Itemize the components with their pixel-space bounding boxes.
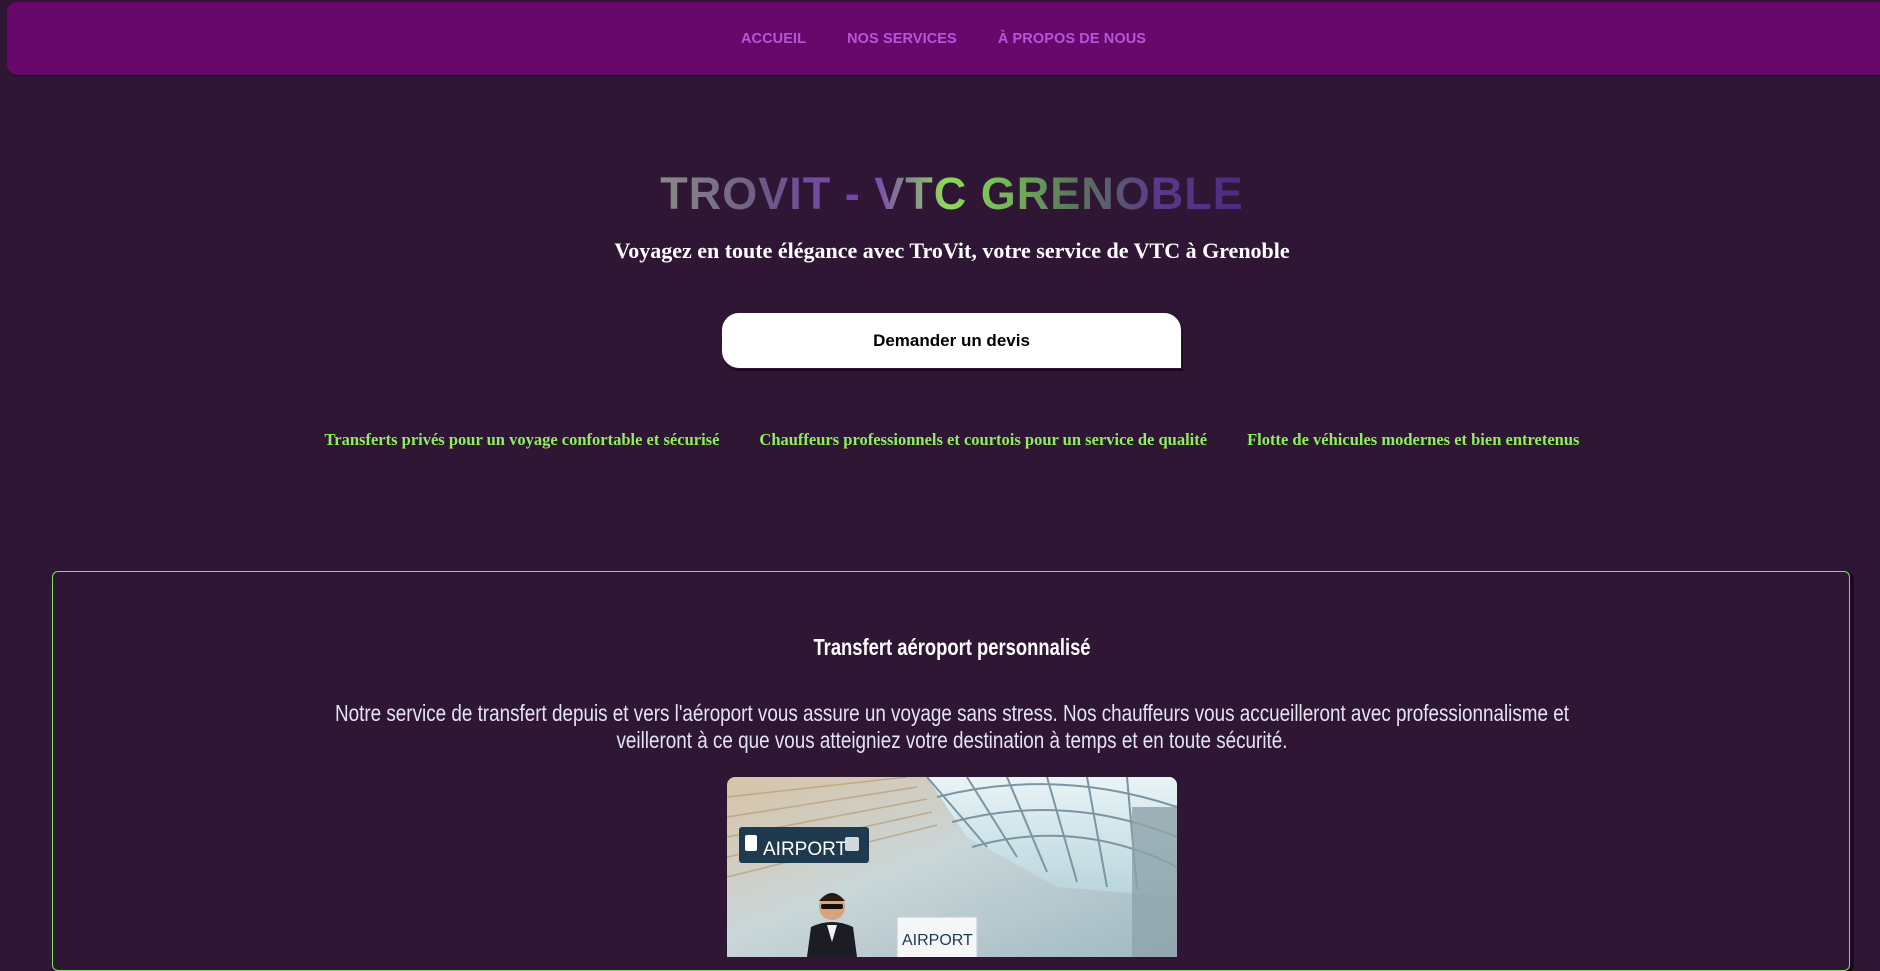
hero-subtitle: Voyagez en toute élégance avec TroVit, v… bbox=[614, 238, 1290, 263]
airport-board-text: AIRPORT bbox=[902, 932, 973, 949]
hero-title-wrapper: TROVIT - VTC GRENOBLE bbox=[0, 168, 1880, 220]
airport-illustration: AIRPORT AIRPORT bbox=[727, 777, 1177, 957]
features-list: Transferts privés pour un voyage confort… bbox=[0, 430, 1880, 450]
feature-item: Transferts privés pour un voyage confort… bbox=[324, 430, 720, 449]
nav-link-accueil[interactable]: ACCUEIL bbox=[741, 31, 806, 47]
airport-transfer-image: AIRPORT AIRPORT bbox=[727, 777, 1177, 957]
service-title: Transfert aéroport personnalisé bbox=[813, 634, 1091, 660]
request-quote-button[interactable]: Demander un devis bbox=[721, 312, 1182, 369]
nav-link-a-propos[interactable]: À PROPOS DE NOUS bbox=[998, 31, 1146, 47]
feature-item: Chauffeurs professionnels et courtois po… bbox=[759, 430, 1208, 449]
airport-sign-text: AIRPORT bbox=[763, 839, 848, 860]
top-navbar: ACCUEIL NOS SERVICES À PROPOS DE NOUS bbox=[7, 2, 1880, 75]
service-description-text: Notre service de transfert depuis et ver… bbox=[335, 700, 1569, 753]
nav-link-nos-services[interactable]: NOS SERVICES bbox=[847, 31, 957, 47]
service-description: Notre service de transfert depuis et ver… bbox=[180, 700, 1724, 754]
hero-title: TROVIT - VTC GRENOBLE bbox=[660, 168, 1244, 219]
main-nav: ACCUEIL NOS SERVICES À PROPOS DE NOUS bbox=[7, 2, 1880, 75]
feature-item: Flotte de véhicules modernes et bien ent… bbox=[1247, 430, 1580, 449]
